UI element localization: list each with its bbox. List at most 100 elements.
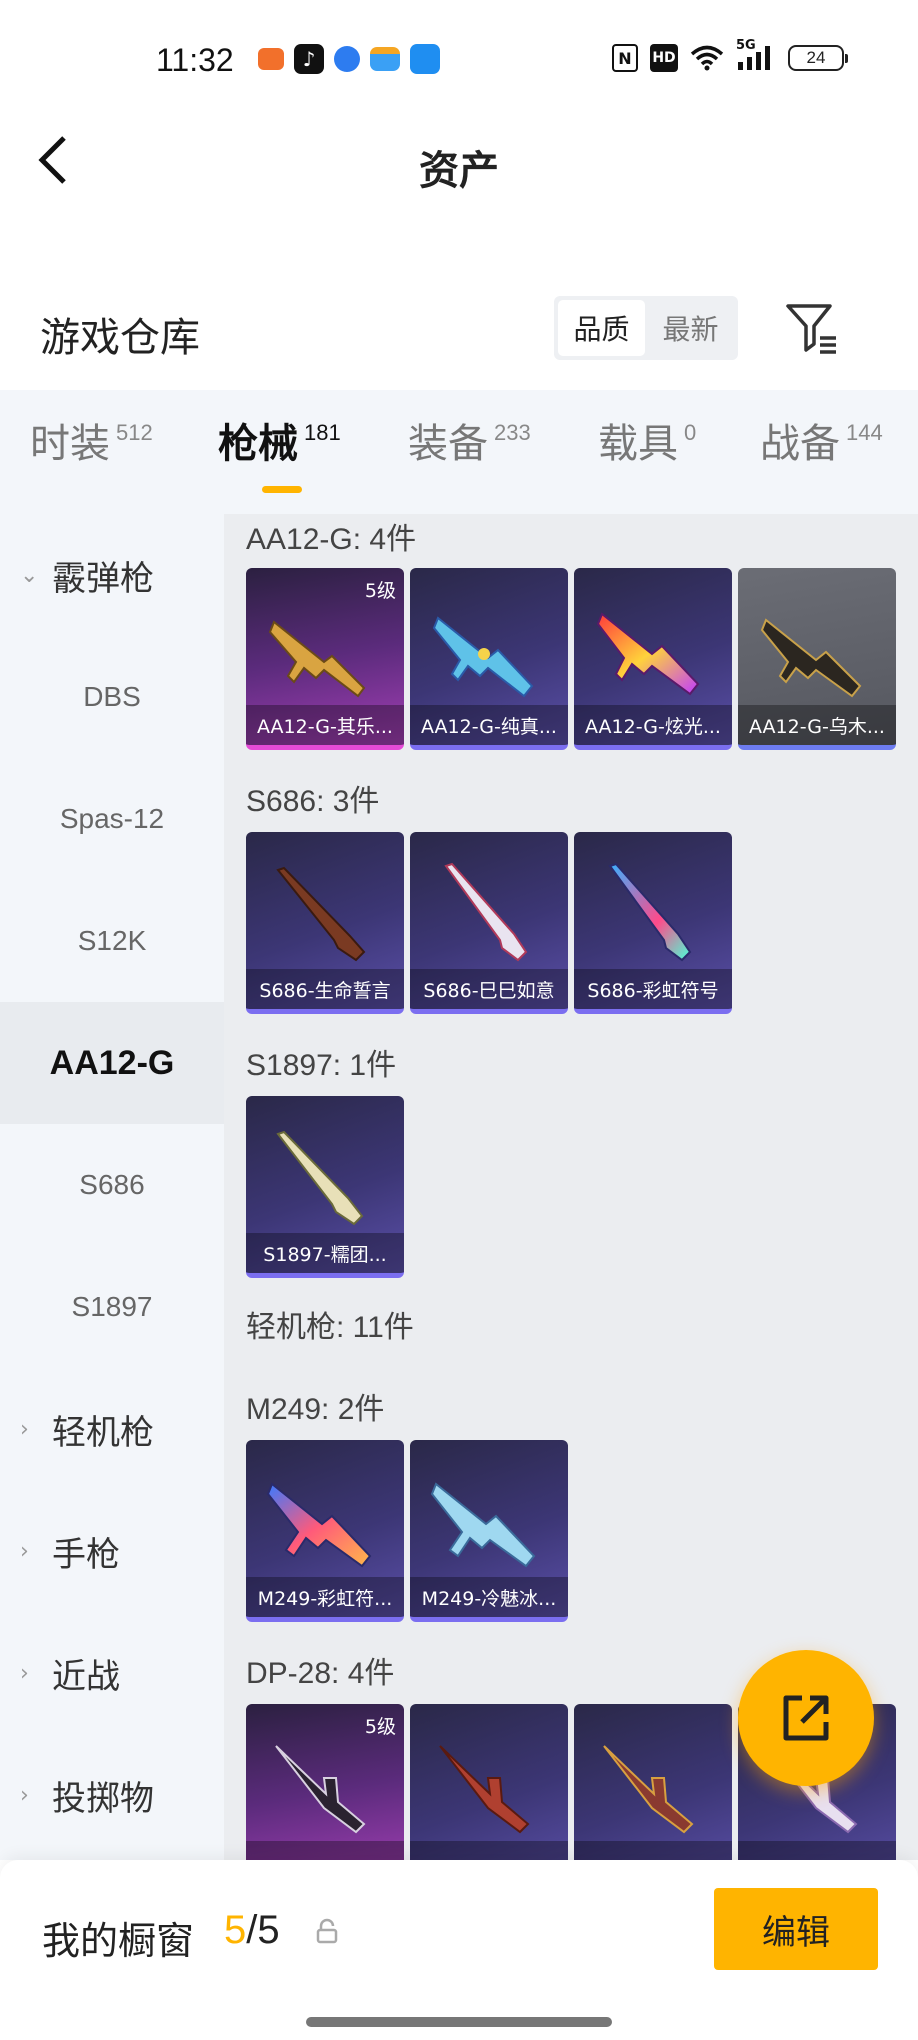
skin-card[interactable]: S1897-糯团... bbox=[246, 1096, 404, 1278]
weapon-skin-image bbox=[275, 1745, 366, 1834]
edit-button[interactable]: 编辑 bbox=[714, 1888, 878, 1970]
messenger-app-icon bbox=[410, 44, 440, 74]
chevron-down-icon: ⌄ bbox=[20, 562, 39, 588]
tab-vehicles[interactable]: 载具 0 bbox=[598, 420, 697, 467]
filter-icon bbox=[786, 304, 836, 354]
sidebar-item-label: Spas-12 bbox=[59, 803, 165, 834]
group-title: M249: 2件 bbox=[246, 1393, 385, 1426]
sidebar-category-label: 霰弹枪 bbox=[52, 558, 154, 599]
sidebar-item-s12k[interactable]: S12K bbox=[0, 880, 224, 1002]
showcase-separator: / bbox=[246, 1908, 258, 1952]
tab-label: 战备 bbox=[760, 421, 840, 467]
showcase-current: 5 bbox=[224, 1908, 247, 1952]
skin-card[interactable] bbox=[410, 1704, 568, 1860]
skin-name: AA12-G-其乐... bbox=[246, 705, 404, 745]
sidebar-category-shotgun[interactable]: ⌄ 霰弹枪 bbox=[0, 514, 224, 636]
tab-firearms[interactable]: 枪械 181 bbox=[218, 421, 341, 467]
skin-name: AA12-G-乌木... bbox=[738, 705, 896, 745]
wallet-app-icon bbox=[370, 47, 400, 71]
tab-count: 0 bbox=[684, 420, 697, 445]
skin-name: M249-冷魅冰... bbox=[410, 1577, 568, 1617]
active-tab-indicator bbox=[262, 486, 302, 493]
home-indicator[interactable] bbox=[306, 2017, 612, 2027]
skin-card[interactable]: AA12-G-炫光... bbox=[574, 568, 732, 750]
sidebar-item-label: DBS bbox=[83, 681, 141, 712]
sidebar-category-lmg[interactable]: › 轻机枪 bbox=[0, 1368, 224, 1490]
filter-button[interactable] bbox=[782, 298, 842, 358]
sidebar-item-aa12g[interactable]: AA12-G bbox=[0, 1002, 224, 1124]
status-bar: 11:32 ♪ N HD 5G 24 bbox=[0, 0, 918, 125]
skin-name: S686-生命誓言 bbox=[246, 969, 404, 1009]
sidebar-item-dbs[interactable]: DBS bbox=[0, 636, 224, 758]
chevron-right-icon: › bbox=[20, 1538, 29, 1564]
weapon-skin-image bbox=[596, 612, 700, 696]
group-title: 轻机枪: 11件 bbox=[246, 1311, 414, 1344]
game-app-icon bbox=[258, 48, 284, 70]
lock-icon bbox=[316, 1918, 338, 1944]
skin-card[interactable]: 5级 bbox=[246, 1704, 404, 1860]
tab-count: 512 bbox=[116, 420, 153, 445]
skin-name bbox=[246, 1841, 404, 1860]
weapon-skin-image bbox=[268, 620, 366, 698]
tab-label: 时装 bbox=[30, 421, 110, 467]
tab-equipment[interactable]: 装备 233 bbox=[408, 421, 531, 467]
share-button[interactable] bbox=[738, 1650, 874, 1786]
skin-card[interactable]: AA12-G-纯真... bbox=[410, 568, 568, 750]
sort-newest-option[interactable]: 最新 bbox=[647, 300, 734, 356]
skin-card[interactable]: S686-生命誓言 bbox=[246, 832, 404, 1014]
wifi-icon bbox=[690, 44, 724, 72]
skin-card[interactable]: S686-彩虹符号 bbox=[574, 832, 732, 1014]
sort-toggle: 品质 最新 bbox=[554, 296, 738, 360]
skin-name: AA12-G-炫光... bbox=[574, 705, 732, 745]
weapon-skin-image bbox=[430, 1482, 536, 1568]
chevron-right-icon: › bbox=[20, 1416, 29, 1442]
sidebar-category-pistol[interactable]: › 手枪 bbox=[0, 1490, 224, 1612]
skin-card[interactable]: M249-彩虹符... bbox=[246, 1440, 404, 1622]
sidebar-category-label: 近战 bbox=[52, 1656, 120, 1697]
weapon-skin-image bbox=[266, 1482, 372, 1568]
weapon-skin-image bbox=[432, 616, 534, 698]
chevron-right-icon: › bbox=[20, 1782, 29, 1808]
skin-name bbox=[574, 1841, 732, 1860]
sort-quality-option[interactable]: 品质 bbox=[558, 300, 645, 356]
skin-card[interactable] bbox=[574, 1704, 732, 1860]
sidebar-item-spas12[interactable]: Spas-12 bbox=[0, 758, 224, 880]
showcase-max: 5 bbox=[257, 1908, 280, 1952]
skin-card[interactable]: M249-冷魅冰... bbox=[410, 1440, 568, 1622]
skin-name: AA12-G-纯真... bbox=[410, 705, 568, 745]
tab-count: 144 bbox=[846, 420, 883, 445]
sidebar-item-label: AA12-G bbox=[49, 1043, 175, 1082]
network-type-label: 5G bbox=[736, 38, 756, 53]
group-title: S1897: 1件 bbox=[246, 1049, 397, 1082]
page-title: 资产 bbox=[419, 148, 499, 194]
sidebar-item-s686[interactable]: S686 bbox=[0, 1124, 224, 1246]
weapon-skin-image bbox=[439, 1745, 530, 1834]
skin-name: S1897-糯团... bbox=[246, 1233, 404, 1273]
group-title: S686: 3件 bbox=[246, 785, 380, 818]
warehouse-title: 游戏仓库 bbox=[40, 315, 200, 361]
showcase-count: 5/5 bbox=[224, 1908, 280, 1953]
tab-label: 枪械 bbox=[218, 421, 298, 467]
skin-card[interactable]: 5级 AA12-G-其乐... bbox=[246, 568, 404, 750]
sidebar-item-label: S1897 bbox=[71, 1291, 153, 1322]
weapon-skin-image bbox=[760, 618, 862, 698]
skin-name bbox=[410, 1841, 568, 1860]
sidebar-category-melee[interactable]: › 近战 bbox=[0, 1612, 224, 1734]
tab-label: 装备 bbox=[408, 421, 488, 467]
tab-supplies[interactable]: 战备 144 bbox=[760, 420, 883, 467]
skin-card[interactable]: AA12-G-乌木... bbox=[738, 568, 896, 750]
skin-name: S686-巳巳如意 bbox=[410, 969, 568, 1009]
skin-card[interactable]: S686-巳巳如意 bbox=[410, 832, 568, 1014]
weapon-skin-image bbox=[444, 862, 528, 962]
sidebar-category-label: 手枪 bbox=[52, 1534, 120, 1575]
sidebar-category-throwable[interactable]: › 投掷物 bbox=[0, 1734, 224, 1856]
skin-name bbox=[738, 1841, 896, 1860]
tab-label: 载具 bbox=[598, 421, 678, 467]
sidebar-item-s1897[interactable]: S1897 bbox=[0, 1246, 224, 1368]
tab-fashion[interactable]: 时装 512 bbox=[30, 420, 153, 467]
nfc-icon: N bbox=[612, 44, 638, 72]
battery-indicator: 24 bbox=[788, 45, 848, 71]
status-time: 11:32 bbox=[156, 42, 234, 78]
skin-name: S686-彩虹符号 bbox=[574, 969, 732, 1009]
status-system-icons: N HD 5G 24 bbox=[612, 38, 848, 72]
